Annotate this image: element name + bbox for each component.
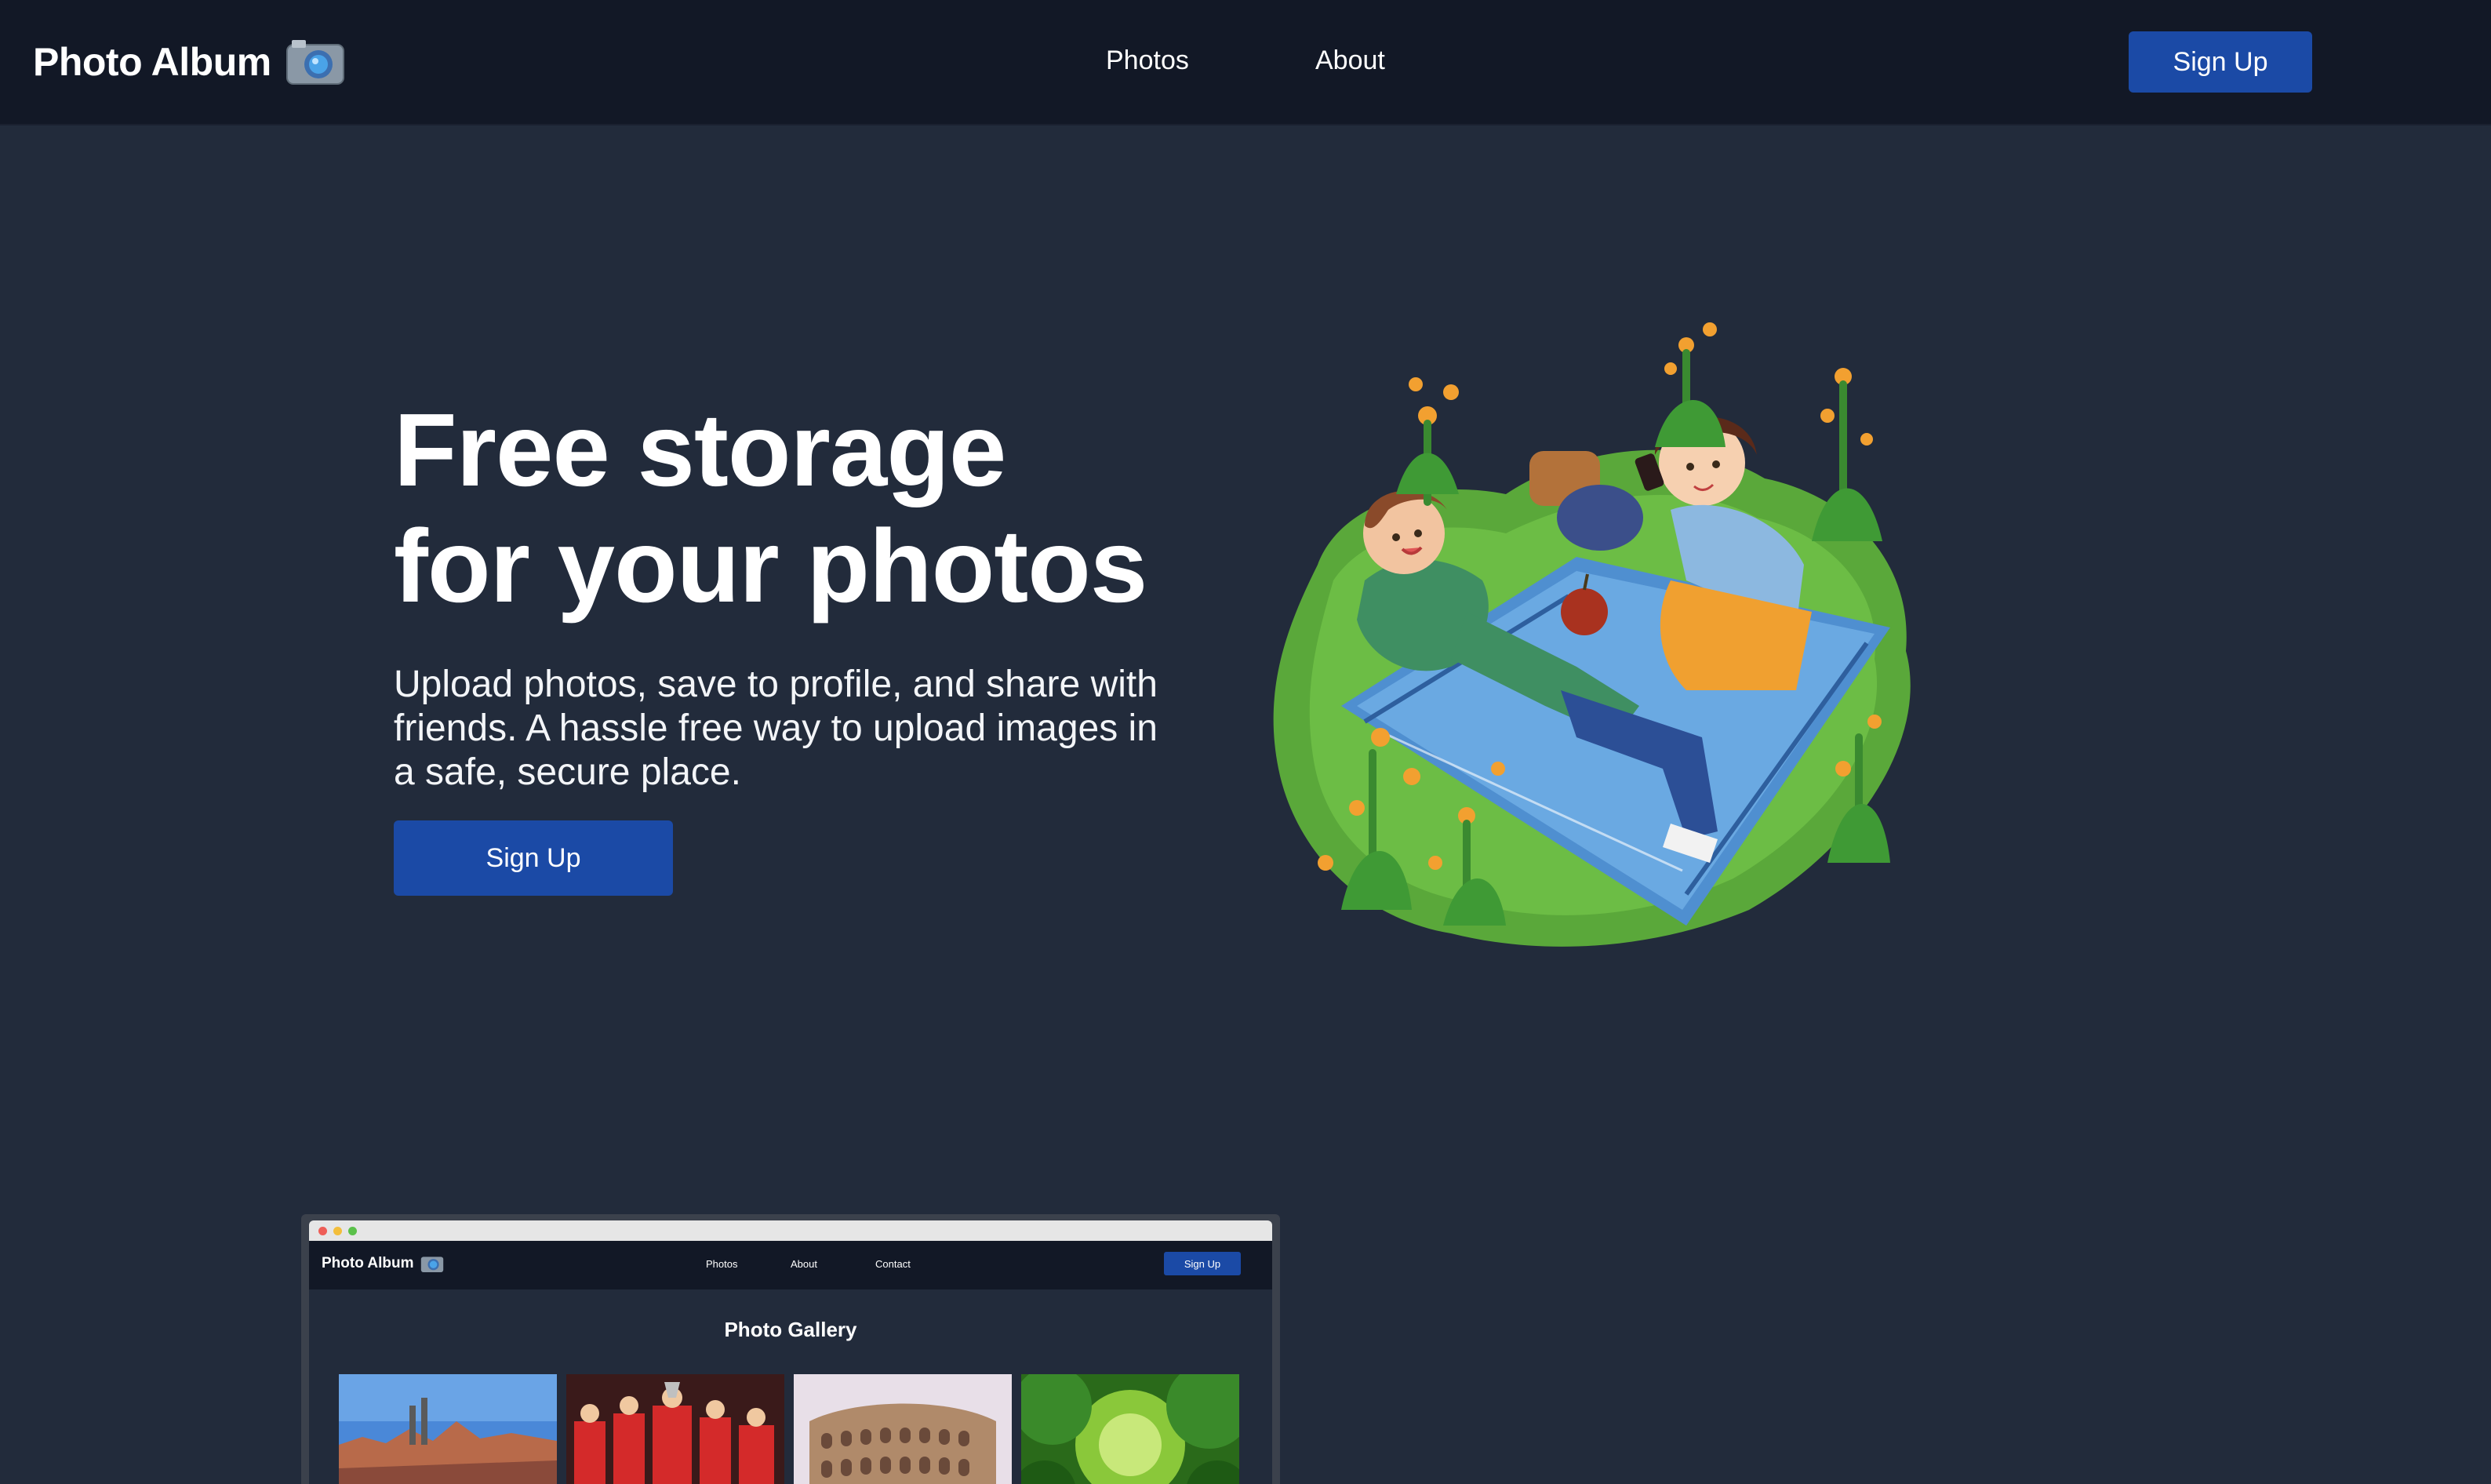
top-navbar: Photo Album Photos About Sign Up [0, 0, 2491, 125]
hero-title-line-1: Free storage [394, 392, 1006, 507]
mockup-link-contact: Contact [875, 1258, 911, 1270]
mockup-brand-name: Photo Album [322, 1255, 414, 1271]
nav-link-photos[interactable]: Photos [1106, 45, 1189, 76]
browser-chrome [309, 1220, 1272, 1241]
brand-name: Photo Album [33, 40, 271, 84]
hero-subtitle: Upload photos, save to profile, and shar… [394, 664, 1158, 793]
close-dot-icon [318, 1226, 327, 1235]
nav-link-about[interactable]: About [1315, 45, 1385, 76]
hero-title-line-2: for your photos [394, 508, 1147, 624]
nav-signup-button[interactable]: Sign Up [2129, 31, 2312, 93]
brand-logo[interactable]: Photo Album [33, 36, 345, 88]
hero-signup-button[interactable]: Sign Up [394, 820, 673, 896]
app-preview-mockup: Photo Album Photos About Contact Sign Up… [301, 1214, 1280, 1484]
minimize-dot-icon [333, 1226, 342, 1235]
mockup-signup-button: Sign Up [1164, 1252, 1241, 1275]
hero-title: Free storage for your photos [394, 392, 1256, 624]
picnic-illustration [1273, 322, 1911, 947]
city-skyline-photo [339, 1374, 557, 1484]
camera-icon [285, 40, 344, 85]
camera-icon [420, 1257, 443, 1273]
mockup-link-about: About [791, 1258, 817, 1270]
forest-canopy-photo [1021, 1374, 1239, 1484]
mockup-link-photos: Photos [706, 1258, 738, 1270]
soccer-team-photo [566, 1374, 784, 1484]
colosseum-photo [794, 1374, 1012, 1484]
mockup-screen: Photo Album Photos About Contact Sign Up… [309, 1241, 1272, 1484]
mockup-brand: Photo Album [322, 1254, 444, 1273]
gallery-title: Photo Gallery [724, 1318, 857, 1341]
mockup-navbar: Photo Album Photos About Contact Sign Up [309, 1241, 1272, 1289]
maximize-dot-icon [348, 1226, 357, 1235]
